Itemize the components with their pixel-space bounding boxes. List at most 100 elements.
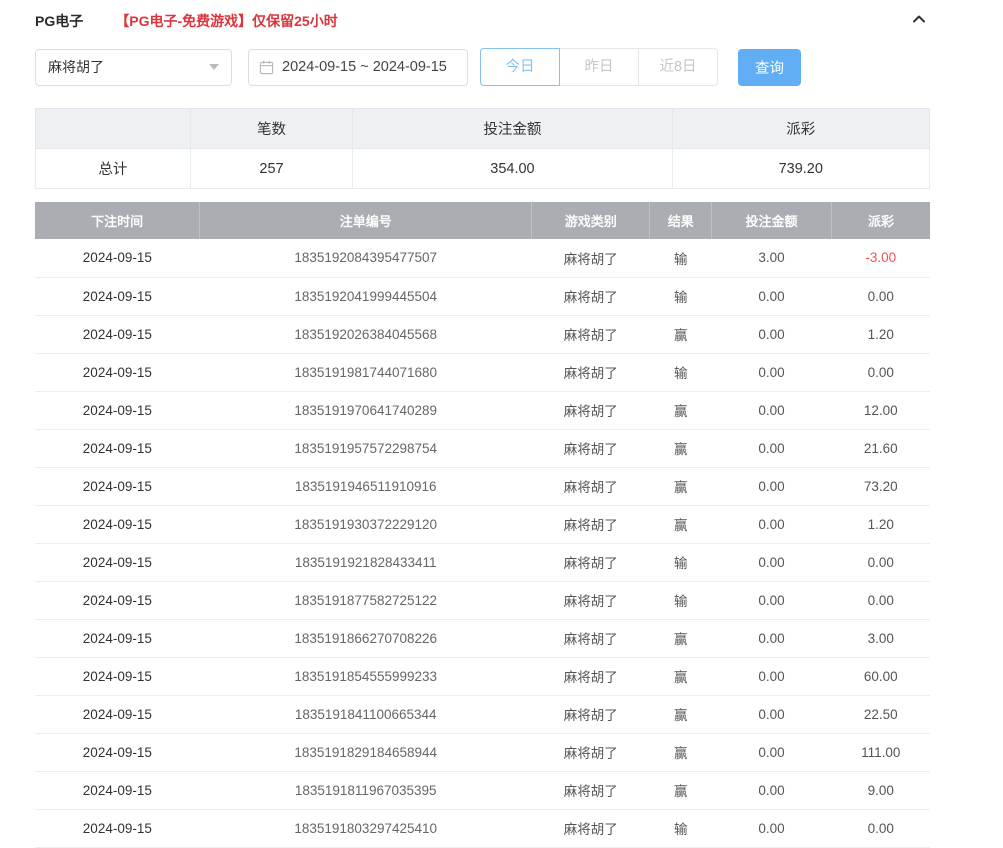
game-type-cell: 麻将胡了 — [532, 581, 650, 619]
header-order-id: 注单编号 — [200, 202, 532, 239]
payout-cell: 21.60 — [832, 429, 930, 467]
query-button[interactable]: 查询 — [738, 49, 801, 86]
bet-date-cell: 2024-09-15 — [35, 505, 200, 543]
payout-cell: 0.00 — [832, 277, 930, 315]
game-type-cell: 麻将胡了 — [532, 315, 650, 353]
pg-records-panel: PG电子 【PG电子-免费游戏】仅保留25小时 麻将胡了 2024-09-1 — [35, 0, 930, 848]
bet-date-cell: 2024-09-15 — [35, 695, 200, 733]
calendar-icon — [259, 60, 274, 75]
order-id-cell: 1835191811967035395 — [200, 771, 532, 809]
date-range-input[interactable]: 2024-09-15 ~ 2024-09-15 — [248, 49, 468, 86]
quick-date-segment: 今日 昨日 近8日 — [480, 48, 718, 86]
bet-date-cell: 2024-09-15 — [35, 391, 200, 429]
table-row: 2024-09-15 1835191877582725122 麻将胡了 输 0.… — [35, 581, 930, 619]
bet-amount-cell: 0.00 — [712, 657, 832, 695]
result-cell: 赢 — [650, 505, 712, 543]
bet-amount-cell: 0.00 — [712, 353, 832, 391]
order-id-cell: 1835191854555999233 — [200, 657, 532, 695]
bet-amount-cell: 0.00 — [712, 467, 832, 505]
payout-cell: 12.00 — [832, 391, 930, 429]
bet-amount-cell: 3.00 — [712, 239, 832, 277]
summary-header-count: 笔数 — [190, 109, 353, 149]
payout-cell: -3.00 — [832, 239, 930, 277]
summary-header-bet-amount: 投注金额 — [353, 109, 672, 149]
bet-date-cell: 2024-09-15 — [35, 809, 200, 847]
bet-date-cell: 2024-09-15 — [35, 619, 200, 657]
order-id-cell: 1835191841100665344 — [200, 695, 532, 733]
title-group: PG电子 【PG电子-免费游戏】仅保留25小时 — [35, 11, 338, 31]
table-row: 2024-09-15 1835192041999445504 麻将胡了 输 0.… — [35, 277, 930, 315]
header-game-type: 游戏类别 — [532, 202, 650, 239]
result-cell: 赢 — [650, 733, 712, 771]
table-row: 2024-09-15 1835191811967035395 麻将胡了 赢 0.… — [35, 771, 930, 809]
order-id-cell: 1835191970641740289 — [200, 391, 532, 429]
quick-btn-today[interactable]: 今日 — [480, 48, 560, 86]
result-cell: 赢 — [650, 429, 712, 467]
payout-cell: 0.00 — [832, 543, 930, 581]
table-row: 2024-09-15 1835192084395477507 麻将胡了 输 3.… — [35, 239, 930, 277]
game-type-cell: 麻将胡了 — [532, 353, 650, 391]
payout-cell: 22.50 — [832, 695, 930, 733]
result-cell: 赢 — [650, 771, 712, 809]
bet-date-cell: 2024-09-15 — [35, 581, 200, 619]
table-row: 2024-09-15 1835191803297425410 麻将胡了 输 0.… — [35, 809, 930, 847]
bet-amount-cell: 0.00 — [712, 505, 832, 543]
table-row: 2024-09-15 1835191921828433411 麻将胡了 输 0.… — [35, 543, 930, 581]
summary-payout-value: 739.20 — [672, 149, 929, 189]
table-row: 2024-09-15 1835191981744071680 麻将胡了 输 0.… — [35, 353, 930, 391]
header-result: 结果 — [650, 202, 712, 239]
bet-amount-cell: 0.00 — [712, 277, 832, 315]
table-row: 2024-09-15 1835191866270708226 麻将胡了 赢 0.… — [35, 619, 930, 657]
summary-bet-amount-value: 354.00 — [353, 149, 672, 189]
bet-amount-cell: 0.00 — [712, 429, 832, 467]
bet-date-cell: 2024-09-15 — [35, 239, 200, 277]
summary-table: 笔数 投注金额 派彩 总计 257 354.00 739.20 — [35, 108, 930, 189]
game-type-cell: 麻将胡了 — [532, 543, 650, 581]
result-cell: 输 — [650, 809, 712, 847]
header-bet-time: 下注时间 — [35, 202, 200, 239]
payout-cell: 1.20 — [832, 315, 930, 353]
bet-date-cell: 2024-09-15 — [35, 315, 200, 353]
collapse-panel-button[interactable] — [908, 8, 930, 35]
table-row: 2024-09-15 1835191957572298754 麻将胡了 赢 0.… — [35, 429, 930, 467]
order-id-cell: 1835191957572298754 — [200, 429, 532, 467]
order-id-cell: 1835192084395477507 — [200, 239, 532, 277]
summary-total-label: 总计 — [36, 149, 191, 189]
result-cell: 输 — [650, 353, 712, 391]
table-row: 2024-09-15 1835191854555999233 麻将胡了 赢 0.… — [35, 657, 930, 695]
header-payout: 派彩 — [832, 202, 930, 239]
summary-total-row: 总计 257 354.00 739.20 — [36, 149, 930, 189]
table-row: 2024-09-15 1835191946511910916 麻将胡了 赢 0.… — [35, 467, 930, 505]
result-cell: 赢 — [650, 467, 712, 505]
bet-date-cell: 2024-09-15 — [35, 657, 200, 695]
table-row: 2024-09-15 1835191829184658944 麻将胡了 赢 0.… — [35, 733, 930, 771]
header-bet-amount: 投注金额 — [712, 202, 832, 239]
bet-amount-cell: 0.00 — [712, 315, 832, 353]
game-select[interactable]: 麻将胡了 — [35, 49, 232, 86]
payout-cell: 60.00 — [832, 657, 930, 695]
table-row: 2024-09-15 1835191970641740289 麻将胡了 赢 0.… — [35, 391, 930, 429]
bet-date-cell: 2024-09-15 — [35, 733, 200, 771]
result-cell: 赢 — [650, 391, 712, 429]
order-id-cell: 1835191921828433411 — [200, 543, 532, 581]
payout-cell: 3.00 — [832, 619, 930, 657]
game-type-cell: 麻将胡了 — [532, 771, 650, 809]
bet-amount-cell: 0.00 — [712, 809, 832, 847]
order-id-cell: 1835191946511910916 — [200, 467, 532, 505]
payout-cell: 0.00 — [832, 353, 930, 391]
bet-amount-cell: 0.00 — [712, 619, 832, 657]
summary-header-payout: 派彩 — [672, 109, 929, 149]
game-type-cell: 麻将胡了 — [532, 657, 650, 695]
order-id-cell: 1835191866270708226 — [200, 619, 532, 657]
quick-btn-last8days[interactable]: 近8日 — [638, 48, 718, 86]
result-cell: 赢 — [650, 619, 712, 657]
page-subtitle: 【PG电子-免费游戏】仅保留25小时 — [115, 11, 337, 31]
order-id-cell: 1835192041999445504 — [200, 277, 532, 315]
quick-btn-yesterday[interactable]: 昨日 — [559, 48, 639, 86]
game-type-cell: 麻将胡了 — [532, 467, 650, 505]
result-cell: 输 — [650, 277, 712, 315]
game-select-value: 麻将胡了 — [48, 57, 104, 77]
date-range-value: 2024-09-15 ~ 2024-09-15 — [282, 59, 447, 75]
summary-header-row: 笔数 投注金额 派彩 — [36, 109, 930, 149]
filter-bar: 麻将胡了 2024-09-15 ~ 2024-09-15 今日 昨日 近8日 查… — [35, 48, 930, 86]
